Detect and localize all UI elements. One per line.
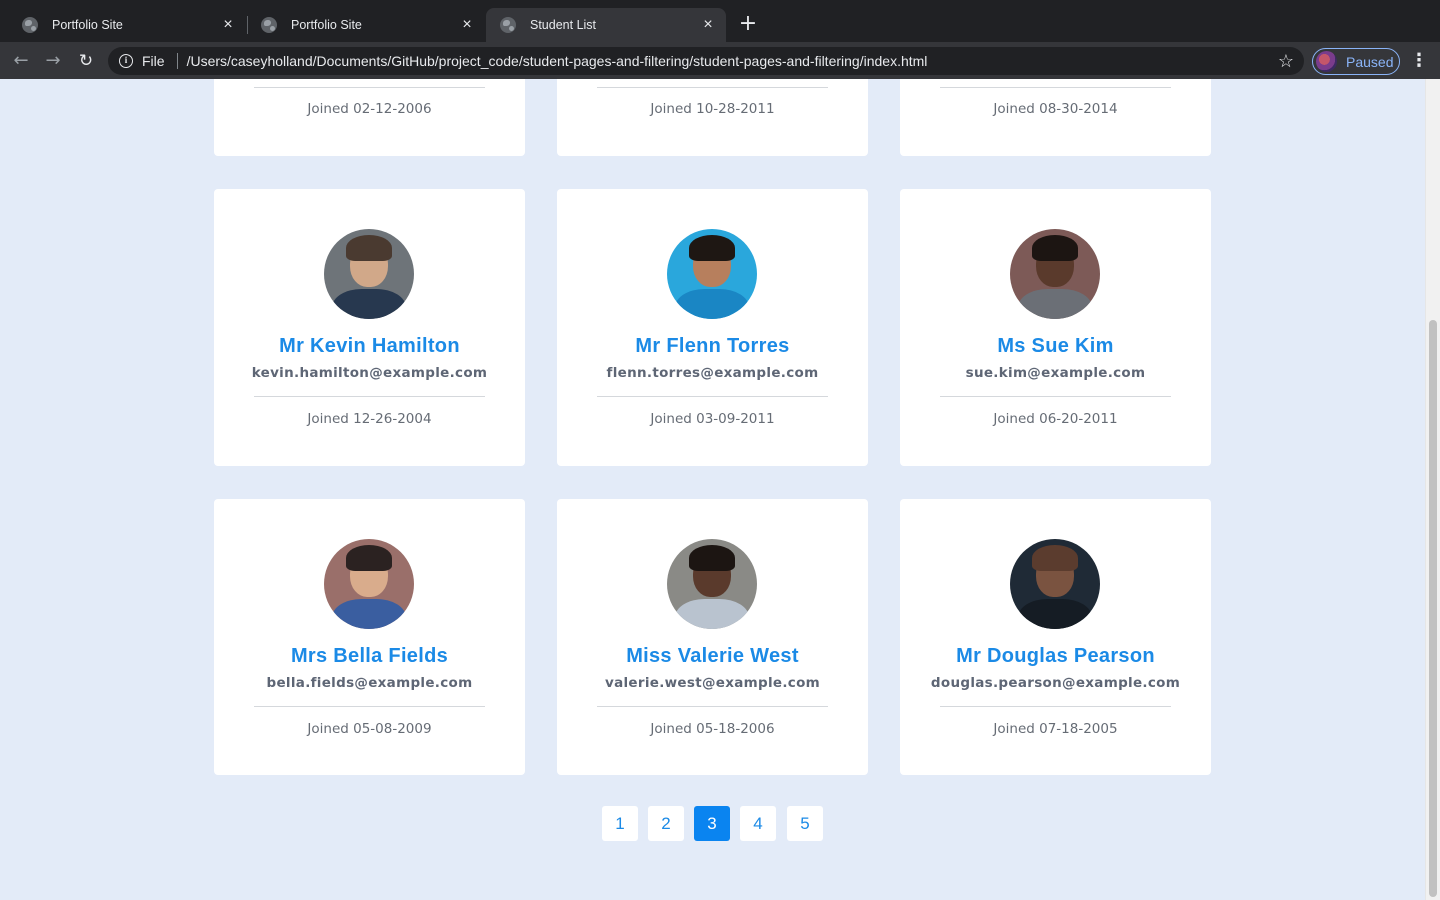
card-divider xyxy=(940,87,1171,88)
student-card: Mr Kevin Hamilton kevin.hamilton@example… xyxy=(214,189,525,466)
forward-icon[interactable]: → xyxy=(42,50,64,72)
address-separator xyxy=(176,53,178,69)
student-card: Joined 02-12-2006 xyxy=(214,79,525,156)
browser-tab[interactable]: Portfolio Site × xyxy=(8,8,246,42)
url-text[interactable]: /Users/caseyholland/Documents/GitHub/pro… xyxy=(187,53,928,69)
student-name: Mr Kevin Hamilton xyxy=(279,335,460,357)
profile-button[interactable]: Paused xyxy=(1312,48,1400,75)
joined-date: Joined 07-18-2005 xyxy=(993,721,1118,737)
info-icon[interactable]: i xyxy=(119,54,133,68)
joined-date: Joined 10-28-2011 xyxy=(650,101,775,117)
page-button-5[interactable]: 5 xyxy=(787,806,823,841)
student-email: kevin.hamilton@example.com xyxy=(251,365,488,381)
tab-title: Portfolio Site xyxy=(291,18,362,32)
student-avatar xyxy=(1010,229,1100,319)
student-avatar xyxy=(667,539,757,629)
student-email: douglas.pearson@example.com xyxy=(930,675,1181,691)
joined-date: Joined 12-26-2004 xyxy=(307,411,432,427)
address-bar[interactable]: i File /Users/caseyholland/Documents/Git… xyxy=(108,47,1304,75)
globe-icon xyxy=(500,17,516,33)
student-name: Mrs Bella Fields xyxy=(290,645,449,667)
globe-icon xyxy=(22,17,38,33)
student-avatar xyxy=(667,229,757,319)
page-button-1[interactable]: 1 xyxy=(602,806,638,841)
student-name: Ms Sue Kim xyxy=(997,335,1114,357)
student-card: Mrs Bella Fields bella.fields@example.co… xyxy=(214,499,525,775)
student-card: Mr Flenn Torres flenn.torres@example.com… xyxy=(557,189,868,466)
card-divider xyxy=(597,396,828,397)
scheme-label: File xyxy=(142,53,165,69)
new-tab-icon[interactable]: + xyxy=(737,13,759,35)
student-avatar xyxy=(324,539,414,629)
joined-date: Joined 05-08-2009 xyxy=(307,721,432,737)
globe-icon xyxy=(261,17,277,33)
profile-status: Paused xyxy=(1346,53,1394,70)
browser-tab-active[interactable]: Student List × xyxy=(486,8,726,42)
browser-menu-icon[interactable]: ⋮ xyxy=(1409,50,1429,72)
joined-date: Joined 03-09-2011 xyxy=(650,411,775,427)
profile-avatar xyxy=(1316,51,1337,72)
page-button-3[interactable]: 3 xyxy=(694,806,730,841)
student-email: sue.kim@example.com xyxy=(965,365,1146,381)
card-divider xyxy=(254,87,485,88)
card-divider xyxy=(597,706,828,707)
page-viewport: Joined 02-12-2006 Joined 10-28-2011 Join… xyxy=(0,79,1425,900)
joined-date: Joined 05-18-2006 xyxy=(650,721,775,737)
student-card: Mr Douglas Pearson douglas.pearson@examp… xyxy=(900,499,1211,775)
student-card: Ms Sue Kim sue.kim@example.com Joined 06… xyxy=(900,189,1211,466)
student-avatar xyxy=(1010,539,1100,629)
joined-date: Joined 06-20-2011 xyxy=(993,411,1118,427)
student-card: Miss Valerie West valerie.west@example.c… xyxy=(557,499,868,775)
browser-tab-strip: Portfolio Site × Portfolio Site × Studen… xyxy=(0,0,1440,42)
browser-toolbar: ← → ↻ i File /Users/caseyholland/Documen… xyxy=(0,42,1440,79)
card-divider xyxy=(940,396,1171,397)
student-card: Joined 08-30-2014 xyxy=(900,79,1211,156)
student-card: Joined 10-28-2011 xyxy=(557,79,868,156)
page-button-4[interactable]: 4 xyxy=(740,806,776,841)
scrollbar-thumb[interactable] xyxy=(1429,320,1437,897)
joined-date: Joined 08-30-2014 xyxy=(993,101,1118,117)
page-button-2[interactable]: 2 xyxy=(648,806,684,841)
student-email: bella.fields@example.com xyxy=(266,675,473,691)
vertical-scrollbar[interactable] xyxy=(1425,79,1440,900)
reload-icon[interactable]: ↻ xyxy=(75,50,97,72)
back-icon[interactable]: ← xyxy=(10,50,32,72)
tab-title: Portfolio Site xyxy=(52,18,123,32)
card-divider xyxy=(940,706,1171,707)
student-email: valerie.west@example.com xyxy=(604,675,821,691)
card-divider xyxy=(254,396,485,397)
student-email: flenn.torres@example.com xyxy=(606,365,819,381)
card-divider xyxy=(254,706,485,707)
tab-title: Student List xyxy=(530,18,597,32)
student-name: Mr Flenn Torres xyxy=(635,335,790,357)
joined-date: Joined 02-12-2006 xyxy=(307,101,432,117)
card-divider xyxy=(597,87,828,88)
bookmark-star-icon[interactable]: ☆ xyxy=(1278,51,1294,71)
browser-tab[interactable]: Portfolio Site × xyxy=(247,8,485,42)
student-name: Miss Valerie West xyxy=(626,645,799,667)
student-avatar xyxy=(324,229,414,319)
close-tab-icon[interactable]: × xyxy=(220,17,236,33)
student-name: Mr Douglas Pearson xyxy=(956,645,1155,667)
close-tab-icon[interactable]: × xyxy=(700,17,716,33)
close-tab-icon[interactable]: × xyxy=(459,17,475,33)
pagination: 1 2 3 4 5 xyxy=(0,806,1425,841)
